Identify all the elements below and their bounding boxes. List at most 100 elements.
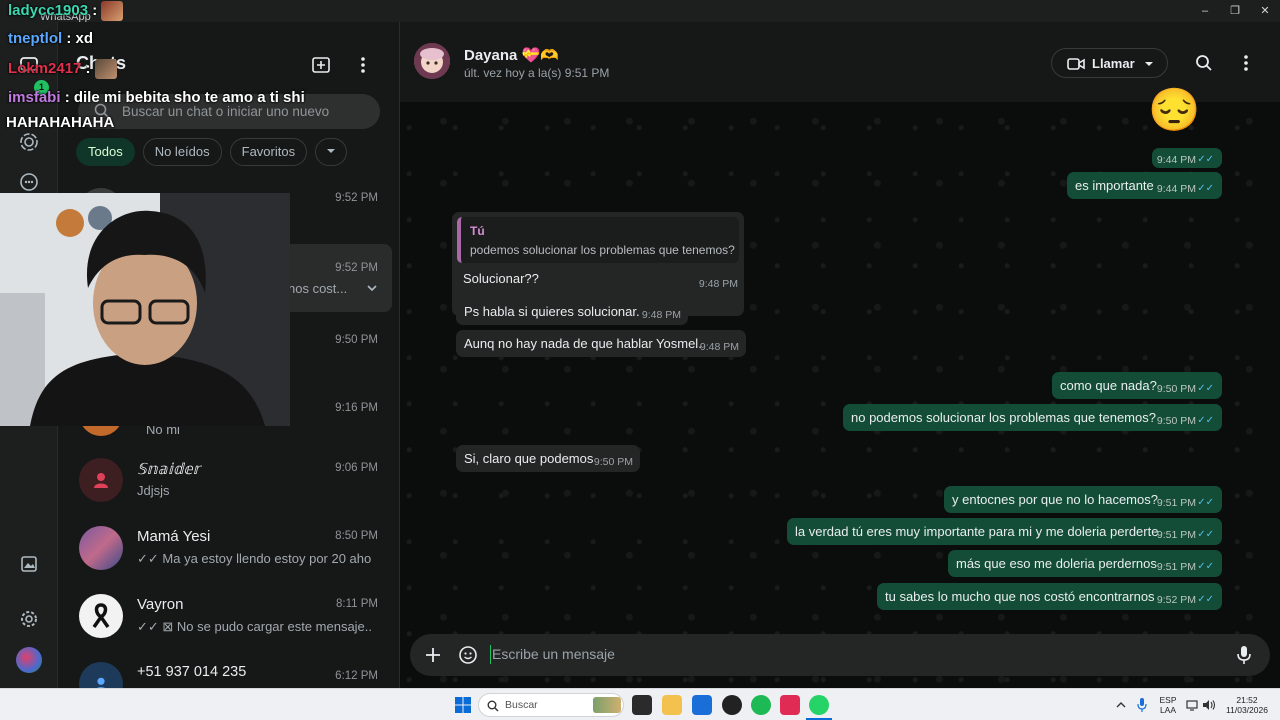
file-explorer-icon[interactable] xyxy=(662,695,682,715)
windows-start-icon[interactable] xyxy=(455,697,471,713)
stream-chat-user: imsfabi xyxy=(8,89,61,106)
settings-rail-button[interactable] xyxy=(14,604,44,634)
quoted-text: podemos solucionar los problemas que ten… xyxy=(470,243,735,257)
message-text: Solucionar?? xyxy=(463,271,539,286)
message-text: y entocnes por que no lo hacemos? xyxy=(952,492,1158,507)
sticker-icon[interactable] xyxy=(458,645,478,665)
read-ticks-icon: ✓✓ xyxy=(1197,497,1214,508)
read-ticks-icon: ✓✓ xyxy=(1197,529,1214,540)
message-time: 9:48 PM xyxy=(699,341,739,353)
chat-row[interactable]: Mamá Yesi 8:50 PM ✓✓ Ma ya estoy llendo … xyxy=(66,514,392,582)
stream-chat-line: tneptlol : xd xyxy=(8,30,93,47)
last-seen-status: últ. vez hoy a la(s) 9:51 PM xyxy=(464,66,610,80)
message-text: es importante xyxy=(1075,178,1154,193)
message-bubble-out[interactable]: 9:44 PM ✓✓ xyxy=(1152,148,1222,168)
title-bar: WhatsApp – ❐ ✕ xyxy=(0,0,1280,23)
microphone-tray-icon[interactable] xyxy=(1137,697,1147,713)
call-button[interactable]: Llamar xyxy=(1051,48,1168,78)
restore-button[interactable]: ❐ xyxy=(1220,3,1250,19)
mourning-ribbon-icon xyxy=(92,603,110,629)
chat-row[interactable]: Vayron 8:11 PM ✓✓ ⊠ No se pudo cargar es… xyxy=(66,582,392,650)
chat-last-message: ✓✓ ⊠ No se pudo cargar este mensaje... xyxy=(137,619,372,634)
filter-all[interactable]: Todos xyxy=(76,138,135,166)
whatsapp-taskbar-icon[interactable] xyxy=(809,695,829,715)
new-chat-icon xyxy=(312,57,330,73)
new-chat-button[interactable] xyxy=(309,53,333,77)
message-bubble-in[interactable]: Si, claro que podemos 9:50 PM xyxy=(456,445,640,472)
message-bubble-out[interactable]: no podemos solucionar los problemas que … xyxy=(843,404,1222,431)
system-clock[interactable]: 21:52 11/03/2026 xyxy=(1222,695,1272,715)
windows-taskbar: Buscar ESP LAA 21:52 11/03/2026 xyxy=(0,688,1280,720)
filter-unread[interactable]: No leídos xyxy=(142,138,222,166)
minimize-button[interactable]: – xyxy=(1190,3,1220,19)
stream-chat-message: : xd xyxy=(66,30,93,47)
chat-name: Vayron xyxy=(137,596,184,613)
quoted-message[interactable]: Tú podemos solucionar los problemas que … xyxy=(457,217,739,263)
message-bubble-in[interactable]: Ps habla si quieres solucionar. 9:48 PM xyxy=(456,298,688,325)
tiktok-icon[interactable] xyxy=(780,695,800,715)
chevron-down-icon[interactable] xyxy=(366,282,378,294)
read-ticks-icon: ✓✓ xyxy=(1197,383,1214,394)
message-time: 9:51 PM xyxy=(1156,497,1196,509)
chat-name: 𝕊𝕟𝕒𝕚𝕕𝕖𝕣 xyxy=(137,461,200,478)
spotify-icon[interactable] xyxy=(751,695,771,715)
message-bubble-out[interactable]: como que nada? 9:50 PM ✓✓ xyxy=(1052,372,1222,399)
stream-chat-message: : dile mi bebita sho te amo a ti shi xyxy=(64,89,305,106)
message-text: Aunq no hay nada de que hablar Yosmel. xyxy=(464,336,702,351)
chat-list-menu-button[interactable] xyxy=(351,53,375,77)
stream-chat-line: imsfabi : dile mi bebita sho te amo a ti… xyxy=(8,89,305,106)
more-vertical-icon[interactable] xyxy=(1236,53,1256,73)
contact-name[interactable]: Dayana 💝🫶 xyxy=(464,46,559,64)
conversation-panel: Dayana 💝🫶 últ. vez hoy a la(s) 9:51 PM L… xyxy=(400,22,1280,688)
store-icon[interactable] xyxy=(692,695,712,715)
chat-time: 9:50 PM xyxy=(335,334,378,346)
chat-time: 9:16 PM xyxy=(335,402,378,414)
microphone-icon[interactable] xyxy=(1236,645,1252,665)
video-call-icon xyxy=(1067,58,1085,70)
chat-last-message: Jdjsjs xyxy=(137,483,170,498)
network-icon[interactable] xyxy=(1186,699,1198,711)
stream-chat-line: ladycc1903 : xyxy=(8,1,124,21)
message-bubble-out[interactable]: es importante 9:44 PM ✓✓ xyxy=(1067,172,1222,199)
profile-avatar[interactable] xyxy=(16,647,42,673)
stream-chat-message: : xyxy=(92,1,98,19)
message-bubble-out[interactable]: y entocnes por que no lo hacemos? 9:51 P… xyxy=(944,486,1222,513)
plus-icon[interactable] xyxy=(425,647,441,663)
read-ticks-icon: ✓✓ xyxy=(1197,415,1214,426)
clock-date: 11/03/2026 xyxy=(1226,705,1268,715)
filter-chips: Todos No leídos Favoritos xyxy=(76,138,348,166)
message-bubble-out[interactable]: más que eso me doleria perdernos 9:51 PM… xyxy=(948,550,1222,577)
status-rail-button[interactable] xyxy=(14,127,44,157)
message-bubble-out[interactable]: tu sabes lo mucho que nos costó encontra… xyxy=(877,583,1222,610)
message-time: 9:52 PM xyxy=(1156,594,1196,606)
volume-icon[interactable] xyxy=(1202,699,1216,711)
search-icon[interactable] xyxy=(1195,54,1213,72)
language-indicator[interactable]: ESP LAA xyxy=(1156,695,1180,715)
stream-chat-user: ladycc1903 xyxy=(8,1,89,19)
media-rail-button[interactable] xyxy=(14,549,44,579)
chat-row[interactable]: 𝕊𝕟𝕒𝕚𝕕𝕖𝕣 9:06 PM Jdjsjs xyxy=(66,446,392,514)
app-icon[interactable] xyxy=(722,695,742,715)
chevron-up-icon[interactable] xyxy=(1116,701,1126,709)
message-time: 9:50 PM xyxy=(1156,383,1196,395)
taskbar-search[interactable]: Buscar xyxy=(478,693,624,717)
read-ticks-icon: ✓✓ xyxy=(1197,154,1214,165)
task-view-icon[interactable] xyxy=(632,695,652,715)
filter-more-button[interactable] xyxy=(315,138,348,166)
search-highlight-image xyxy=(593,697,621,713)
chat-time: 8:11 PM xyxy=(336,598,378,610)
message-text: más que eso me doleria perdernos xyxy=(956,556,1157,571)
chat-time: 8:50 PM xyxy=(335,530,378,542)
contact-avatar[interactable] xyxy=(414,43,450,79)
close-button[interactable]: ✕ xyxy=(1250,3,1280,19)
message-time: 9:50 PM xyxy=(593,456,633,468)
message-input[interactable]: Escribe un mensaje xyxy=(492,646,615,662)
chevron-down-icon xyxy=(1145,62,1153,66)
chat-avatar xyxy=(79,526,123,570)
message-time: 9:51 PM xyxy=(1156,529,1196,541)
chat-time: 6:12 PM xyxy=(335,670,378,682)
message-bubble-out[interactable]: la verdad tú eres muy importante para mi… xyxy=(787,518,1222,545)
message-bubble-in[interactable]: Aunq no hay nada de que hablar Yosmel. 9… xyxy=(456,330,746,357)
search-icon xyxy=(487,700,499,712)
filter-favorites[interactable]: Favoritos xyxy=(229,138,308,166)
